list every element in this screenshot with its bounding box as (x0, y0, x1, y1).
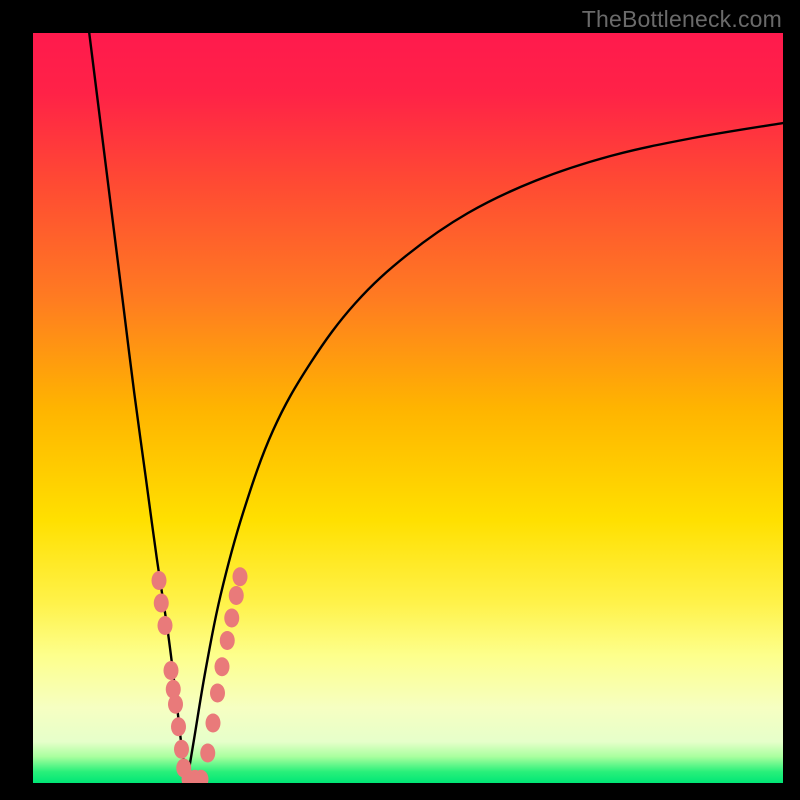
data-marker (158, 616, 173, 635)
data-marker (154, 594, 169, 613)
data-marker (152, 571, 167, 590)
data-marker (168, 695, 183, 714)
data-marker (233, 567, 248, 586)
chart-svg (33, 33, 783, 783)
marker-group (152, 567, 248, 783)
curve-right-branch (187, 123, 783, 783)
data-marker (229, 586, 244, 605)
watermark-text: TheBottleneck.com (582, 6, 782, 33)
outer-frame: TheBottleneck.com (0, 0, 800, 800)
data-marker (215, 657, 230, 676)
data-marker (220, 631, 235, 650)
plot-area (33, 33, 783, 783)
data-marker (200, 744, 215, 763)
data-marker (224, 609, 239, 628)
data-marker (164, 661, 179, 680)
data-marker (206, 714, 221, 733)
data-marker (171, 717, 186, 736)
data-marker (210, 684, 225, 703)
data-marker (174, 740, 189, 759)
